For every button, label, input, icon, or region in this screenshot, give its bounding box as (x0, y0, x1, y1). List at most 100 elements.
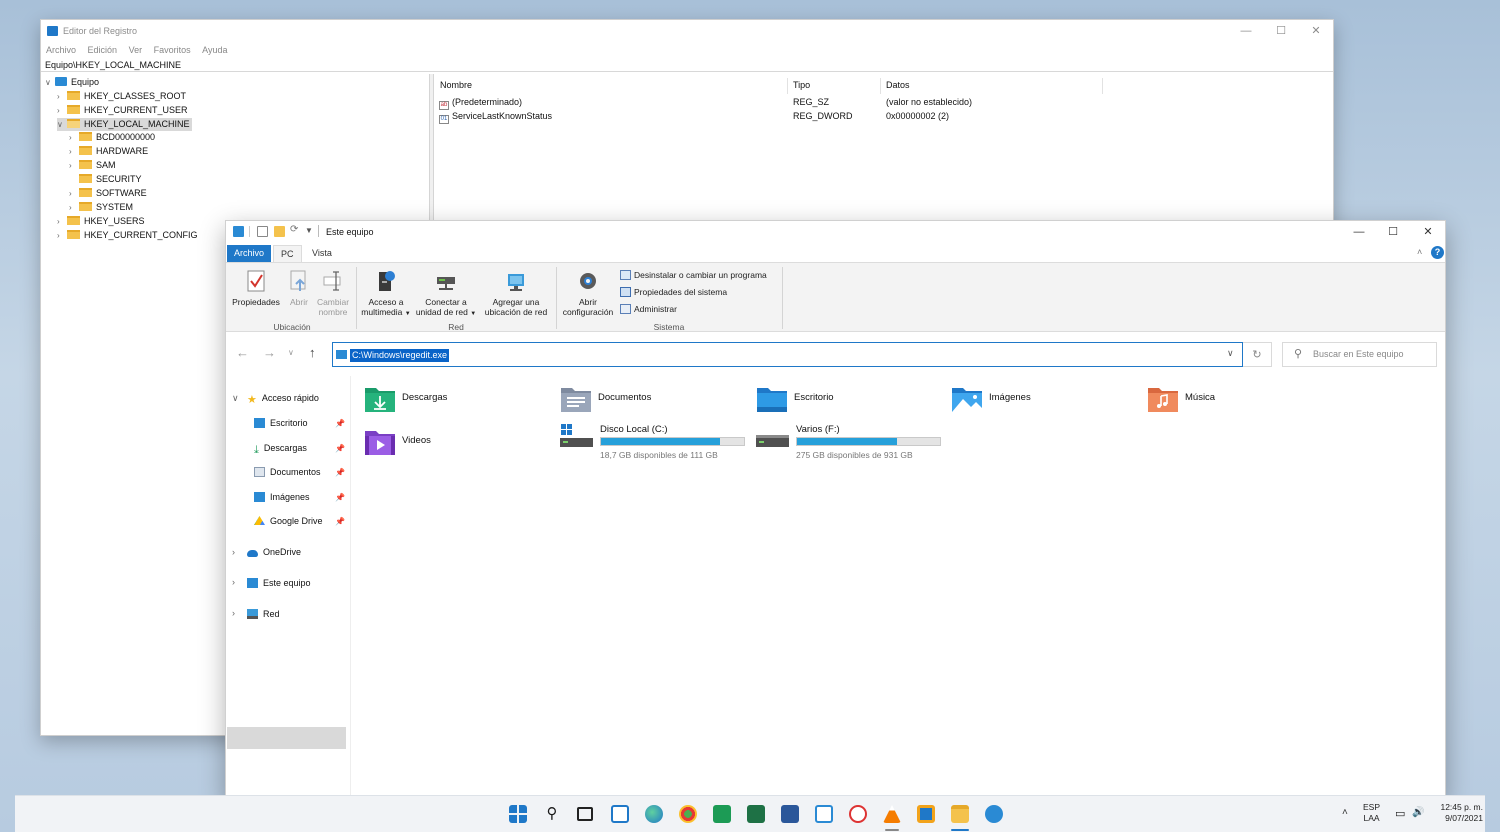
abrir-button[interactable]: Abrir (284, 269, 314, 307)
show-hidden-icons-icon[interactable]: ˄ (1342, 807, 1348, 818)
collapse-ribbon-icon[interactable]: ˄ (1417, 247, 1422, 257)
maximize-button[interactable]: ☐ (1264, 22, 1298, 40)
tree-node-sam[interactable]: › SAM (69, 159, 116, 172)
nav-acceso-rapido[interactable]: ★ Acceso rápido (247, 388, 319, 408)
notepad-icon[interactable] (815, 805, 833, 823)
tab-vista[interactable]: Vista (305, 245, 339, 262)
refresh-button[interactable]: ↻ (1243, 342, 1272, 367)
app-icon[interactable] (985, 805, 1003, 823)
excel-icon[interactable] (747, 805, 765, 823)
app-icon[interactable] (917, 805, 935, 823)
nav-escritorio[interactable]: Escritorio (254, 413, 308, 433)
network-status-icon[interactable]: ▭ (1395, 807, 1405, 820)
forward-arrow-icon[interactable]: → (263, 345, 276, 360)
folder-videos[interactable]: Videos (364, 428, 544, 458)
chevron-right-icon[interactable]: › (69, 131, 79, 144)
tree-node-software[interactable]: › SOFTWARE (69, 187, 147, 200)
abrir-configuracion-button[interactable]: Abrir configuración (559, 269, 617, 317)
nav-onedrive[interactable]: OneDrive (247, 542, 301, 562)
column-divider[interactable] (1102, 78, 1103, 94)
tab-pc[interactable]: PC (273, 245, 302, 262)
propiedades-button[interactable]: Propiedades (231, 269, 281, 307)
folder-escritorio[interactable]: Escritorio (756, 385, 936, 415)
search-input[interactable]: ⚲ Buscar en Este equipo (1282, 342, 1437, 367)
nav-google-drive[interactable]: Google Drive (254, 511, 323, 531)
registry-value-row[interactable]: 01 ServiceLastKnownStatus (439, 109, 552, 124)
pin-icon[interactable]: 📌 (335, 419, 345, 428)
tree-node-bcd[interactable]: › BCD00000000 (69, 131, 155, 144)
acceso-multimedia-button[interactable]: Acceso a multimedia ▼ (361, 269, 411, 319)
vlc-icon[interactable] (883, 805, 901, 823)
dropdown-arrow-icon[interactable]: ▼ (470, 311, 476, 317)
chevron-right-icon[interactable]: › (69, 145, 79, 158)
dropdown-arrow-icon[interactable]: ▼ (405, 311, 411, 317)
chevron-right-icon[interactable]: › (57, 90, 67, 103)
undo-icon[interactable]: ⟳ (290, 224, 298, 235)
menu-favoritos[interactable]: Favoritos (154, 42, 191, 58)
camtasia-icon[interactable] (713, 805, 731, 823)
snipping-tool-icon[interactable] (849, 805, 867, 823)
customize-toolbar-icon[interactable]: ▼ (305, 226, 313, 235)
column-divider[interactable] (880, 78, 881, 94)
administrar-button[interactable]: Administrar (620, 302, 677, 316)
nav-red[interactable]: Red (247, 604, 280, 624)
chevron-right-icon[interactable]: › (232, 608, 235, 618)
chevron-right-icon[interactable]: › (57, 104, 67, 117)
registry-value-row[interactable]: ab (Predeterminado) (439, 95, 522, 110)
column-header-name[interactable]: Nombre (440, 78, 472, 92)
pin-icon[interactable]: 📌 (335, 517, 345, 526)
nav-documentos[interactable]: Documentos (254, 462, 321, 482)
folder-documentos[interactable]: Documentos (560, 385, 740, 415)
desinstalar-programa-button[interactable]: Desinstalar o cambiar un programa (620, 268, 767, 282)
tree-node-hku[interactable]: › HKEY_USERS (57, 215, 145, 228)
volume-icon[interactable]: 🔊 (1412, 807, 1424, 818)
back-arrow-icon[interactable]: ← (236, 345, 249, 360)
word-icon[interactable] (781, 805, 799, 823)
nav-este-equipo[interactable]: Este equipo (247, 573, 311, 593)
folder-musica[interactable]: Música (1147, 385, 1327, 415)
chevron-down-icon[interactable]: ∨ (57, 118, 67, 131)
menu-archivo[interactable]: Archivo (46, 42, 76, 58)
tree-node-system[interactable]: › SYSTEM (69, 201, 133, 214)
new-folder-quick-icon[interactable] (274, 226, 285, 237)
close-button[interactable]: ✕ (1411, 223, 1445, 241)
chevron-down-icon[interactable]: ∨ (232, 393, 239, 404)
regedit-address-bar[interactable]: Equipo\HKEY_LOCAL_MACHINE (41, 58, 1333, 72)
chevron-right-icon[interactable]: › (69, 159, 79, 172)
language-indicator[interactable]: ESP LAA (1363, 802, 1380, 824)
folder-descargas[interactable]: Descargas (364, 385, 544, 415)
pin-icon[interactable]: 📌 (335, 493, 345, 502)
address-input[interactable]: C:\Windows\regedit.exe (350, 349, 450, 362)
edge-icon[interactable] (645, 805, 663, 823)
cambiar-nombre-button[interactable]: Cambiar nombre (315, 269, 351, 317)
pin-icon[interactable]: 📌 (335, 468, 345, 477)
chevron-right-icon[interactable]: › (69, 187, 79, 200)
regedit-titlebar[interactable]: Editor del Registro — ☐ ✕ (41, 20, 1333, 42)
close-button[interactable]: ✕ (1299, 22, 1333, 40)
task-view-icon[interactable] (577, 807, 593, 821)
chevron-right-icon[interactable]: › (232, 547, 235, 557)
tree-node-hkcc[interactable]: › HKEY_CURRENT_CONFIG (57, 229, 198, 242)
pin-icon[interactable]: 📌 (335, 444, 345, 453)
tree-node-hkcu[interactable]: › HKEY_CURRENT_USER (57, 104, 188, 117)
column-header-data[interactable]: Datos (886, 78, 910, 92)
tree-node-security[interactable]: SECURITY (69, 173, 142, 186)
column-header-type[interactable]: Tipo (793, 78, 810, 92)
up-arrow-icon[interactable]: ↑ (309, 345, 316, 360)
folder-imagenes[interactable]: Imágenes (951, 385, 1131, 415)
tab-archivo[interactable]: Archivo (227, 245, 272, 262)
properties-quick-icon[interactable] (257, 226, 268, 237)
conectar-unidad-button[interactable]: Conectar a unidad de red ▼ (414, 269, 478, 319)
minimize-button[interactable]: — (1229, 22, 1263, 40)
nav-imagenes[interactable]: Imágenes (254, 487, 310, 507)
drive-f[interactable]: Varios (F:) 275 GB disponibles de 931 GB (756, 424, 946, 464)
maximize-button[interactable]: ☐ (1376, 223, 1410, 241)
agregar-ubicacion-button[interactable]: Agregar una ubicación de red (481, 269, 551, 317)
menu-ver[interactable]: Ver (129, 42, 143, 58)
nav-descargas[interactable]: ⤓ Descargas (254, 438, 307, 458)
tree-node-equipo[interactable]: ∨ Equipo (45, 76, 99, 89)
column-divider[interactable] (787, 78, 788, 94)
search-icon[interactable]: ⚲ (543, 805, 561, 823)
help-icon[interactable]: ? (1431, 246, 1444, 259)
chrome-icon[interactable] (679, 805, 697, 823)
